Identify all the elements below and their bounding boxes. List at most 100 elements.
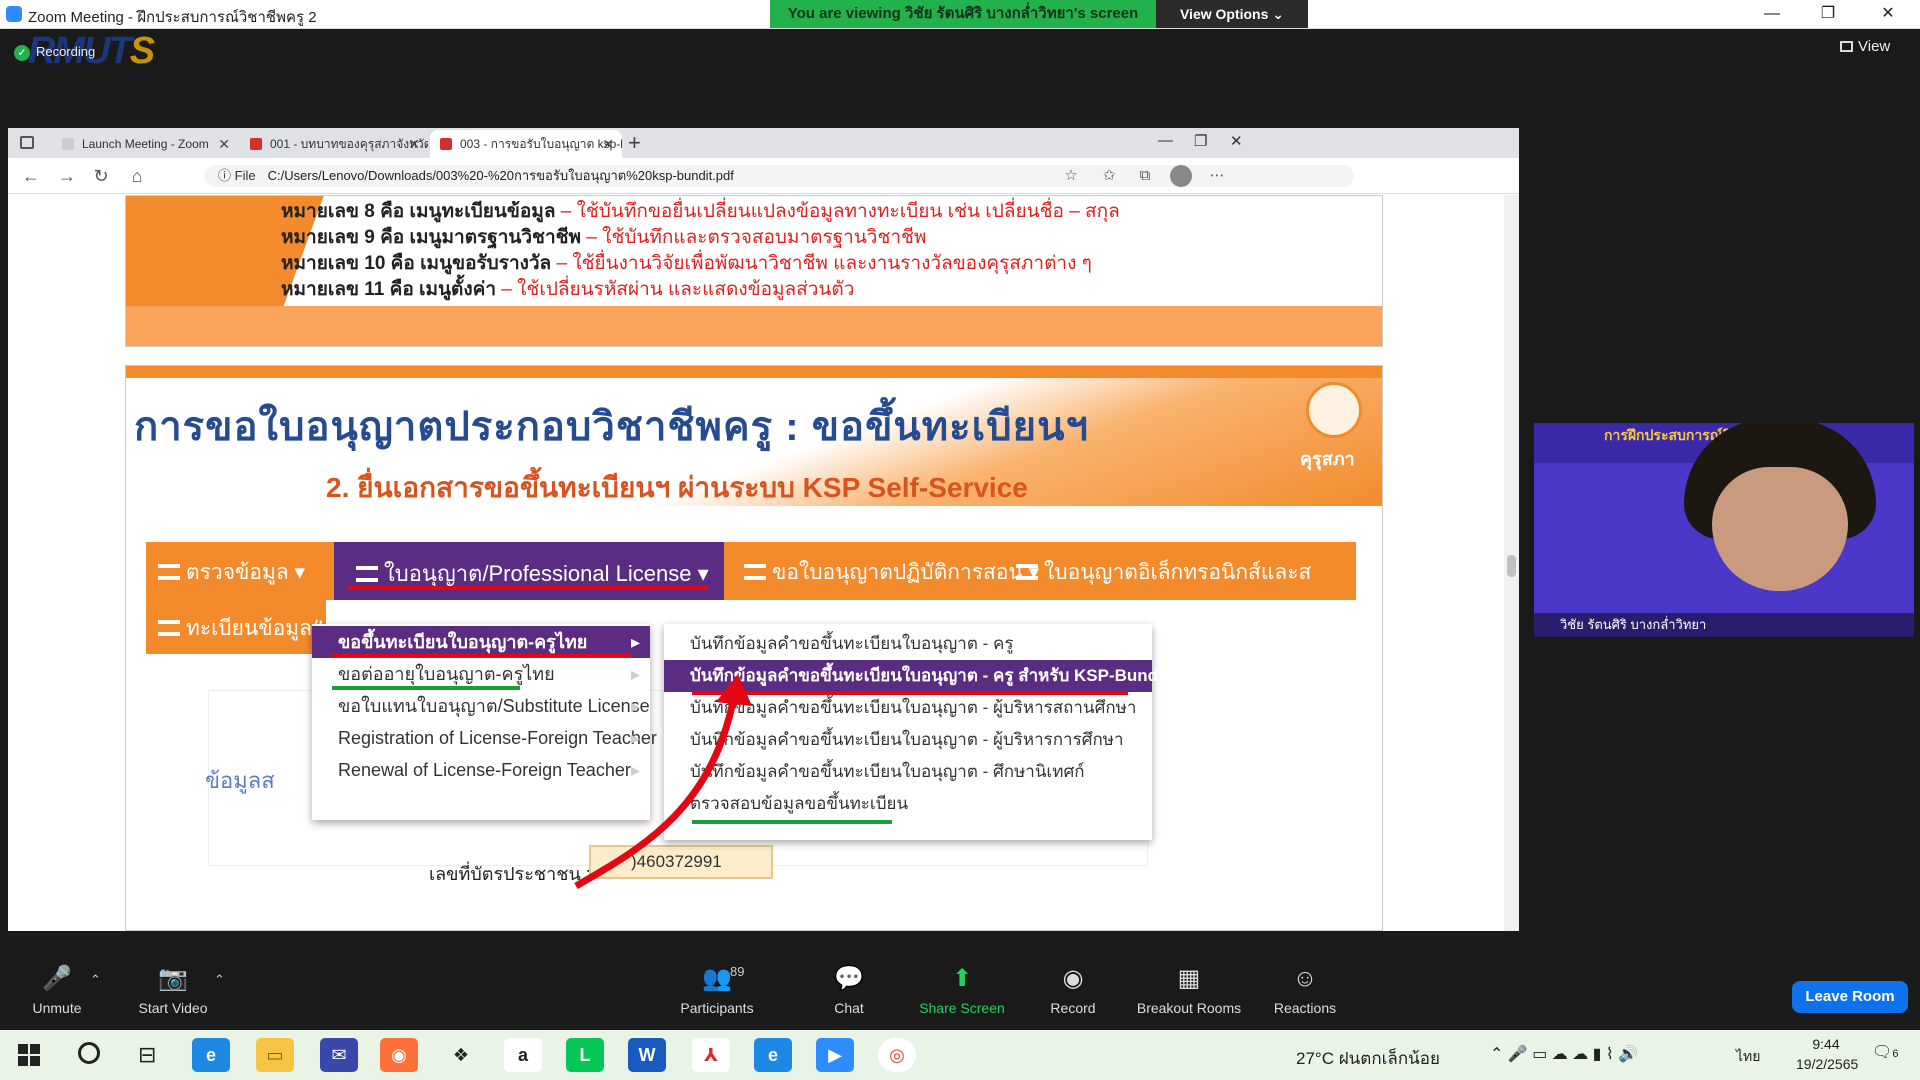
- forward-icon[interactable]: →: [54, 164, 80, 188]
- collections-icon[interactable]: ⧉: [1134, 165, 1156, 187]
- participants-button[interactable]: 👥 89 Participants: [672, 964, 762, 1016]
- notification-center-icon[interactable]: 🗨6: [1872, 1042, 1898, 1062]
- annotation-red-underline: [348, 586, 708, 590]
- chrome-icon[interactable]: ◎: [878, 1038, 916, 1072]
- pdf-slide-2: การขอใบอนุญาตประกอบวิชาชีพครู : ขอขึ้นทะ…: [125, 365, 1383, 931]
- slide-title: การขอใบอนุญาตประกอบวิชาชีพครู : ขอขึ้นทะ…: [134, 405, 1089, 449]
- word-icon[interactable]: W: [628, 1038, 666, 1072]
- view-label: View: [1858, 38, 1891, 55]
- chat-button[interactable]: 💬 Chat: [804, 964, 894, 1016]
- browser-close-button[interactable]: ✕: [1230, 132, 1243, 150]
- recording-label: Recording: [36, 44, 96, 59]
- windows-taskbar: ⊟ e ▭ ✉ ◉ ❖ a L W ⅄ e ▶ ◎ 27°C ฝนตกเล็กน…: [0, 1030, 1920, 1080]
- share-screen-icon: ⬆: [951, 965, 973, 992]
- firefox-icon[interactable]: ◉: [380, 1038, 418, 1072]
- clock-time: 9:44: [1812, 1036, 1840, 1052]
- file-explorer-icon[interactable]: ▭: [256, 1038, 294, 1072]
- breakout-rooms-button[interactable]: ▦ Breakout Rooms: [1128, 964, 1250, 1016]
- tab-label: 001 - บทบาทของคุรุสภาจังหวัด.pdf: [270, 137, 428, 151]
- menu-teaching-permit[interactable]: ขอใบอนุญาตปฏิบัติการสอน ▾: [744, 556, 1039, 589]
- tab-pdf-003[interactable]: 003 - การขอรับใบอนุญาต ksp-bund ✕: [430, 130, 622, 158]
- menu-label: ขอใบอนุญาตปฏิบัติการสอน ▾: [772, 561, 1040, 584]
- amazon-icon[interactable]: a: [504, 1038, 542, 1072]
- chat-icon: 💬: [834, 965, 864, 992]
- close-button[interactable]: ✕: [1860, 0, 1916, 29]
- favorite-star-icon[interactable]: ☆: [1060, 165, 1082, 187]
- back-icon[interactable]: ←: [18, 164, 44, 188]
- notification-count: 6: [1892, 1048, 1899, 1060]
- annotation-red-arrow: [574, 674, 752, 890]
- slide-decoration: [126, 306, 1382, 346]
- dropdown-item-label: ขอขึ้นทะเบียนใบอนุญาต-ครูไทย: [338, 632, 588, 652]
- khurusapha-seal-icon: [1306, 382, 1362, 438]
- form-section-label: ข้อมูลส: [205, 768, 275, 793]
- audio-options-caret[interactable]: ⌃: [90, 972, 101, 988]
- tab-label: 003 - การขอรับใบอนุญาต ksp-bund: [460, 137, 622, 151]
- pdf-scrollbar[interactable]: [1504, 195, 1519, 931]
- zoom-toolbar: 🎤 Unmute ⌃ 📷 Start Video ⌃ 👥 89 Participants…: [0, 950, 1920, 1028]
- view-button[interactable]: View: [1840, 38, 1890, 55]
- close-tab-icon[interactable]: ✕: [408, 130, 420, 158]
- browser-maximize-button[interactable]: ❐: [1194, 132, 1207, 150]
- record-icon: ◉: [1062, 965, 1084, 992]
- more-menu-icon[interactable]: ⋯: [1206, 165, 1228, 187]
- maximize-button[interactable]: ❐: [1800, 0, 1856, 29]
- close-tab-icon[interactable]: ✕: [218, 130, 230, 158]
- profile-avatar[interactable]: [1170, 165, 1192, 187]
- close-tab-icon[interactable]: ✕: [602, 130, 614, 158]
- system-tray-icons[interactable]: ⌃ 🎤 ▭ ☁ ☁ ▮ ⌇ 🔊: [1490, 1044, 1638, 1064]
- edge-icon-2[interactable]: e: [754, 1038, 792, 1072]
- clock[interactable]: 9:44 19/2/2565: [1796, 1034, 1858, 1074]
- recording-indicator: ✓ Recording: [14, 44, 95, 61]
- menu-electronic-license[interactable]: ใบอนุญาตอิเล็กทรอนิกส์และส: [1016, 556, 1311, 589]
- info-icon[interactable]: ⓘ File: [218, 168, 256, 183]
- chat-label: Chat: [834, 1000, 864, 1016]
- pdf-reader-icon[interactable]: ⅄: [692, 1038, 730, 1072]
- browser-minimize-button[interactable]: —: [1158, 132, 1173, 149]
- pdf-viewer: หมายเลข 8 คือ เมนูทะเบียนข้อมูล – ใช้บัน…: [8, 195, 1519, 931]
- khurusapha-logo-text: คุรุสภา: [1300, 449, 1355, 469]
- input-language[interactable]: ไทย: [1736, 1046, 1760, 1068]
- scrollbar-thumb[interactable]: [1507, 555, 1516, 577]
- weather-widget[interactable]: 27°C ฝนตกเล็กน้อย: [1296, 1045, 1440, 1072]
- leave-room-button[interactable]: Leave Room: [1792, 981, 1908, 1013]
- zoom-taskbar-icon[interactable]: ▶: [816, 1038, 854, 1072]
- menu-professional-license[interactable]: ใบอนุญาต/Professional License ▾: [334, 542, 724, 600]
- annotation-green-underline: [332, 686, 520, 690]
- reload-icon[interactable]: ↻: [88, 164, 114, 188]
- reactions-icon: ☺: [1292, 965, 1318, 992]
- view-options-button[interactable]: View Options ⌄: [1156, 0, 1308, 28]
- pdf-icon: [250, 138, 262, 150]
- unmute-button[interactable]: 🎤 Unmute: [12, 964, 102, 1016]
- unmute-label: Unmute: [32, 1000, 82, 1016]
- task-view-icon[interactable]: ⊟: [138, 1042, 156, 1068]
- slide1-line: หมายเลข 11 คือ เมนูตั้งค่า – ใช้เปลี่ยนร…: [281, 279, 855, 300]
- minimize-button[interactable]: —: [1744, 0, 1800, 29]
- submenu-item[interactable]: บันทึกข้อมูลคำขอขึ้นทะเบียนใบอนุญาต - คร…: [664, 628, 1152, 660]
- reactions-button[interactable]: ☺ Reactions: [1260, 964, 1350, 1016]
- dropbox-icon[interactable]: ❖: [442, 1038, 480, 1072]
- line-icon[interactable]: L: [566, 1038, 604, 1072]
- tab-launch-meeting[interactable]: Launch Meeting - Zoom ✕: [52, 130, 238, 158]
- record-button[interactable]: ◉ Record: [1028, 964, 1118, 1016]
- menu-label: ใบอนุญาตอิเล็กทรอนิกส์และส: [1044, 561, 1312, 584]
- participant-video-tile[interactable]: การฝึกประสบการณ์วิชาชีพครู 2 วิชัย รัตนศ…: [1534, 423, 1914, 637]
- home-icon[interactable]: ⌂: [124, 164, 150, 188]
- tab-actions-icon[interactable]: [20, 136, 34, 149]
- new-tab-button[interactable]: +: [628, 130, 641, 156]
- slide-subtitle: 2. ยื่นเอกสารขอขึ้นทะเบียนฯ ผ่านระบบ KSP…: [326, 472, 1028, 503]
- video-options-caret[interactable]: ⌃: [214, 972, 225, 988]
- tab-pdf-001[interactable]: 001 - บทบาทของคุรุสภาจังหวัด.pdf ✕: [240, 130, 428, 158]
- start-video-button[interactable]: 📷 Start Video: [128, 964, 218, 1016]
- menu-check-data[interactable]: ตรวจข้อมูล ▾: [158, 556, 305, 589]
- start-button[interactable]: [18, 1044, 40, 1066]
- menu-label: ทะเบียนข้อมูล/I: [186, 617, 324, 640]
- start-video-label: Start Video: [138, 1000, 208, 1016]
- favorites-icon[interactable]: ✩: [1098, 165, 1120, 187]
- speaker-face: [1712, 467, 1848, 591]
- edge-icon[interactable]: e: [192, 1038, 230, 1072]
- search-icon[interactable]: [78, 1042, 100, 1064]
- mail-icon[interactable]: ✉: [320, 1038, 358, 1072]
- share-screen-button[interactable]: ⬆ Share Screen: [916, 964, 1008, 1016]
- menu-registration-data[interactable]: ทะเบียนข้อมูล/I: [158, 612, 324, 645]
